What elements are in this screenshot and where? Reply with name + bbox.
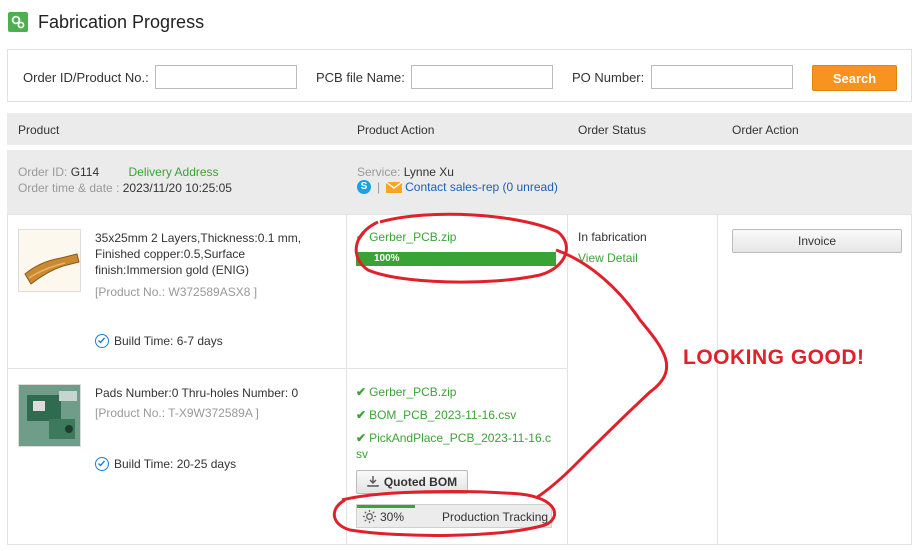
tracking-label: Production Tracking xyxy=(442,510,549,524)
search-button[interactable]: Search xyxy=(812,65,897,91)
product-number: [Product No.: W372589ASX8 ] xyxy=(95,285,258,299)
order-info-row: Order ID: G114 Delivery Address Order ti… xyxy=(7,150,912,214)
po-number-label: PO Number: xyxy=(572,70,645,85)
envelope-icon xyxy=(386,181,403,193)
service-value: Lynne Xu xyxy=(403,165,454,179)
product-number: [Product No.: T-X9W372589A ] xyxy=(95,406,259,420)
col-order-status: Order Status xyxy=(578,123,647,137)
order-id-line: Order ID: G114 Delivery Address xyxy=(18,165,219,179)
file-link[interactable]: ✔ BOM_PCB_2023-11-16.csv xyxy=(356,407,516,423)
build-time: Build Time: 20-25 days xyxy=(95,457,236,471)
product-thumbnail[interactable] xyxy=(18,384,81,447)
contact-separator: | xyxy=(377,180,381,194)
product-description: Pads Number:0 Thru-holes Number: 0 [Prod… xyxy=(95,386,299,420)
col-order-action: Order Action xyxy=(732,123,799,137)
check-icon: ✔ xyxy=(356,385,367,399)
delivery-address-link[interactable]: Delivery Address xyxy=(129,165,219,179)
contact-sales-rep-link[interactable]: Contact sales-rep (0 unread) xyxy=(405,180,558,194)
tracking-progress-fill xyxy=(357,505,416,508)
tracking-percent: 30% xyxy=(380,510,405,524)
progress-label: 100% xyxy=(374,253,400,264)
file-link[interactable]: ✔ PickAndPlace_PCB_2023-11-16.c xyxy=(356,430,551,446)
build-time: Build Time: 6-7 days xyxy=(95,334,223,348)
order-id-value: G114 xyxy=(70,165,100,179)
skype-icon[interactable]: S xyxy=(357,180,371,194)
contact-line: S | Contact sales-rep (0 unread) xyxy=(357,180,558,194)
filter-panel: Order ID/Product No.: PCB file Name: PO … xyxy=(7,49,912,102)
po-number-input[interactable] xyxy=(651,65,793,89)
divider xyxy=(567,214,568,545)
order-id-label: Order ID/Product No.: xyxy=(23,70,149,85)
order-time-line: Order time & date : 2023/11/20 10:25:05 xyxy=(18,181,232,195)
gear-icon xyxy=(362,509,377,527)
service-key: Service: xyxy=(357,165,401,179)
product-thumbnail[interactable] xyxy=(18,229,81,292)
check-icon: ✔ xyxy=(356,230,367,244)
progress-bar: 100% xyxy=(356,252,556,266)
clock-icon xyxy=(95,457,109,471)
annotation-text: LOOKING GOOD! xyxy=(683,346,865,369)
table-header: Product Product Action Order Status Orde… xyxy=(7,113,912,145)
col-product-action: Product Action xyxy=(357,123,435,137)
production-tracking-button[interactable]: 30% Production Tracking xyxy=(356,504,552,528)
order-id-key: Order ID: xyxy=(18,165,68,179)
page-header: Fabrication Progress xyxy=(8,10,204,34)
divider xyxy=(717,214,718,545)
clock-icon xyxy=(95,334,109,348)
order-time-key: Order time & date : xyxy=(18,181,120,195)
order-time-value: 2023/11/20 10:25:05 xyxy=(122,181,232,195)
quoted-bom-button[interactable]: Quoted BOM xyxy=(356,470,468,494)
divider xyxy=(7,368,568,369)
order-id-input[interactable] xyxy=(155,65,297,89)
invoice-button[interactable]: Invoice xyxy=(732,229,902,253)
file-link[interactable]: ✔ Gerber_PCB.zip xyxy=(356,384,456,400)
pcb-file-input[interactable] xyxy=(411,65,553,89)
view-detail-link[interactable]: View Detail xyxy=(578,251,638,265)
pcb-file-label: PCB file Name: xyxy=(316,70,405,85)
page-title: Fabrication Progress xyxy=(38,11,205,32)
divider xyxy=(346,214,347,545)
gears-icon xyxy=(8,12,28,32)
check-icon: ✔ xyxy=(356,408,367,422)
order-status-text: In fabrication xyxy=(578,230,647,244)
service-line: Service: Lynne Xu xyxy=(357,165,454,179)
product-description: 35x25mm 2 Layers,Thickness:0.1 mm, Finis… xyxy=(95,231,302,299)
col-product: Product xyxy=(18,123,60,137)
download-icon xyxy=(367,475,379,490)
file-link[interactable]: ✔ Gerber_PCB.zip xyxy=(356,229,456,245)
check-icon: ✔ xyxy=(356,431,367,445)
file-link-wrap[interactable]: sv xyxy=(356,446,368,462)
